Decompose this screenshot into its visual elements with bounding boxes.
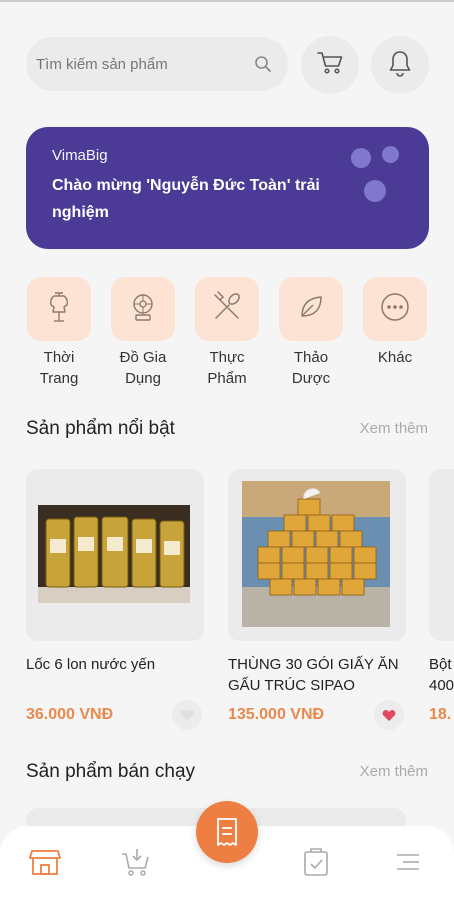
banner-bubble (351, 148, 371, 168)
category-icon-box[interactable] (279, 277, 343, 341)
category-label: Khác (377, 349, 413, 366)
product-card[interactable]: THÙNG 30 GÓI GIẤY ĂN GẤU TRÚC SIPAO 135.… (228, 469, 406, 730)
menu-icon (397, 854, 419, 870)
banner-welcome-text: Chào mừng 'Nguyễn Đức Toàn' trải nghiệm (52, 177, 320, 221)
product-name: THÙNG 30 GÓI GIẤY ĂN GẤU TRÚC SIPAO (228, 656, 399, 694)
nav-cart[interactable] (118, 844, 154, 880)
cart-download-icon (122, 849, 149, 876)
favorite-button[interactable] (172, 700, 202, 730)
nav-orders[interactable] (298, 844, 334, 880)
product-image[interactable] (429, 469, 454, 641)
product-card[interactable]: Bột 400 18. (429, 469, 454, 724)
category-icon-box[interactable] (27, 277, 91, 341)
product-card[interactable]: Lốc 6 lon nước yến 36.000 VNĐ (26, 469, 204, 730)
category-label: Đồ Gia Dụng (119, 349, 167, 387)
bestseller-see-more-link[interactable]: Xem thêm (360, 763, 428, 780)
notification-button[interactable] (371, 36, 429, 94)
search-input[interactable] (36, 55, 252, 73)
appliance-icon (128, 291, 158, 328)
product-image[interactable] (26, 469, 204, 641)
category-item-household[interactable]: Đồ Gia Dụng (110, 277, 176, 389)
bestseller-section-title: Sản phẩm bán chạy (26, 761, 196, 782)
mannequin-icon (44, 290, 74, 329)
category-item-other[interactable]: Khác (362, 277, 428, 368)
banner-bubble (364, 180, 386, 202)
category-label: Thảo Dược (291, 349, 331, 387)
bell-icon (388, 49, 412, 82)
status-divider (0, 0, 454, 2)
product-image[interactable] (228, 469, 406, 641)
cart-icon (316, 50, 344, 81)
more-icon (379, 291, 411, 328)
search-icon[interactable] (252, 53, 274, 75)
category-label: Thời Trang (39, 349, 79, 387)
cart-button[interactable] (301, 36, 359, 94)
category-item-food[interactable]: Thực Phẩm (194, 277, 260, 389)
category-icon-box[interactable] (111, 277, 175, 341)
nav-home[interactable] (27, 844, 63, 880)
category-label: Thực Phẩm (207, 349, 247, 387)
category-icon-box[interactable] (195, 277, 259, 341)
welcome-banner: VimaBig Chào mừng 'Nguyễn Đức Toàn' trải… (26, 127, 429, 249)
home-store-icon (29, 850, 61, 875)
heart-icon (382, 709, 396, 721)
featured-see-more-link[interactable]: Xem thêm (360, 420, 428, 437)
category-item-fashion[interactable]: Thời Trang (26, 277, 92, 389)
product-name: Bột 400 (429, 656, 454, 694)
category-icon-box[interactable] (363, 277, 427, 341)
fork-spoon-icon (210, 290, 244, 329)
search-bar[interactable] (26, 37, 288, 91)
category-item-herbal[interactable]: Thảo Dược (278, 277, 344, 389)
favorite-button[interactable] (374, 700, 404, 730)
product-price: 18. (429, 706, 452, 723)
heart-icon (180, 709, 194, 721)
leaf-icon (297, 293, 325, 326)
receipt-icon (217, 818, 237, 846)
featured-section-title: Sản phẩm nổi bật (26, 418, 175, 439)
center-action-button[interactable] (196, 801, 258, 863)
order-check-icon (304, 848, 328, 876)
product-name: Lốc 6 lon nước yến (26, 656, 156, 673)
banner-bubble (382, 146, 399, 163)
nav-menu[interactable] (390, 844, 426, 880)
